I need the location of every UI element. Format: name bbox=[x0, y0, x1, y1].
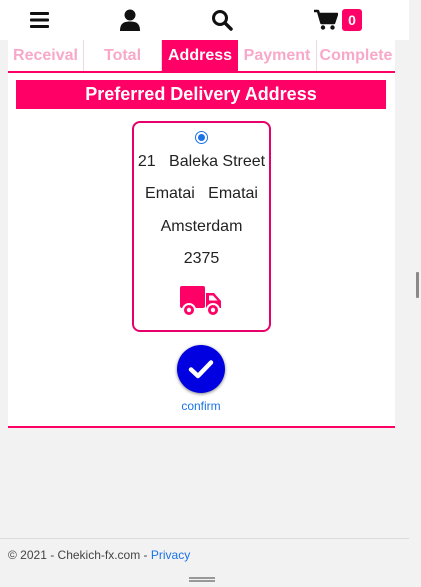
copyright-text: © 2021 - Chekich-fx.com - bbox=[8, 548, 151, 562]
step-address[interactable]: Address bbox=[162, 40, 238, 71]
address-card[interactable]: 21 Baleka Street Ematai Ematai Amsterdam… bbox=[132, 121, 271, 332]
top-navbar: 0 bbox=[0, 0, 409, 40]
confirm-button[interactable] bbox=[177, 345, 225, 393]
cart-icon[interactable] bbox=[313, 6, 339, 34]
step-payment[interactable]: Payment bbox=[238, 40, 317, 71]
address-street: 21 Baleka Street bbox=[137, 153, 266, 170]
checkout-steps: Receival Total Address Payment Complete bbox=[8, 40, 395, 73]
step-receival[interactable]: Receival bbox=[8, 40, 84, 71]
step-complete[interactable]: Complete bbox=[317, 40, 395, 71]
checkmark-icon bbox=[188, 360, 214, 379]
scrollbar-thumb[interactable] bbox=[416, 272, 419, 298]
cart-count-badge[interactable]: 0 bbox=[342, 9, 362, 31]
section-title: Preferred Delivery Address bbox=[16, 80, 386, 109]
address-suburb-city: Ematai Ematai bbox=[145, 185, 258, 202]
checkout-panel: Receival Total Address Payment Complete … bbox=[8, 40, 395, 428]
address-postal-code: 2375 bbox=[183, 250, 220, 267]
user-icon[interactable] bbox=[119, 6, 141, 34]
footer: © 2021 - Chekich-fx.com - Privacy bbox=[0, 538, 409, 568]
privacy-link[interactable]: Privacy bbox=[151, 548, 190, 562]
confirm-label[interactable]: confirm bbox=[168, 399, 234, 413]
delivery-truck-icon bbox=[180, 285, 222, 322]
address-region: Amsterdam bbox=[160, 218, 243, 235]
step-total[interactable]: Total bbox=[84, 40, 162, 71]
search-icon[interactable] bbox=[210, 6, 234, 34]
drag-handle-icon[interactable] bbox=[189, 577, 215, 582]
menu-icon[interactable] bbox=[28, 6, 50, 34]
address-radio-button[interactable] bbox=[195, 131, 208, 144]
